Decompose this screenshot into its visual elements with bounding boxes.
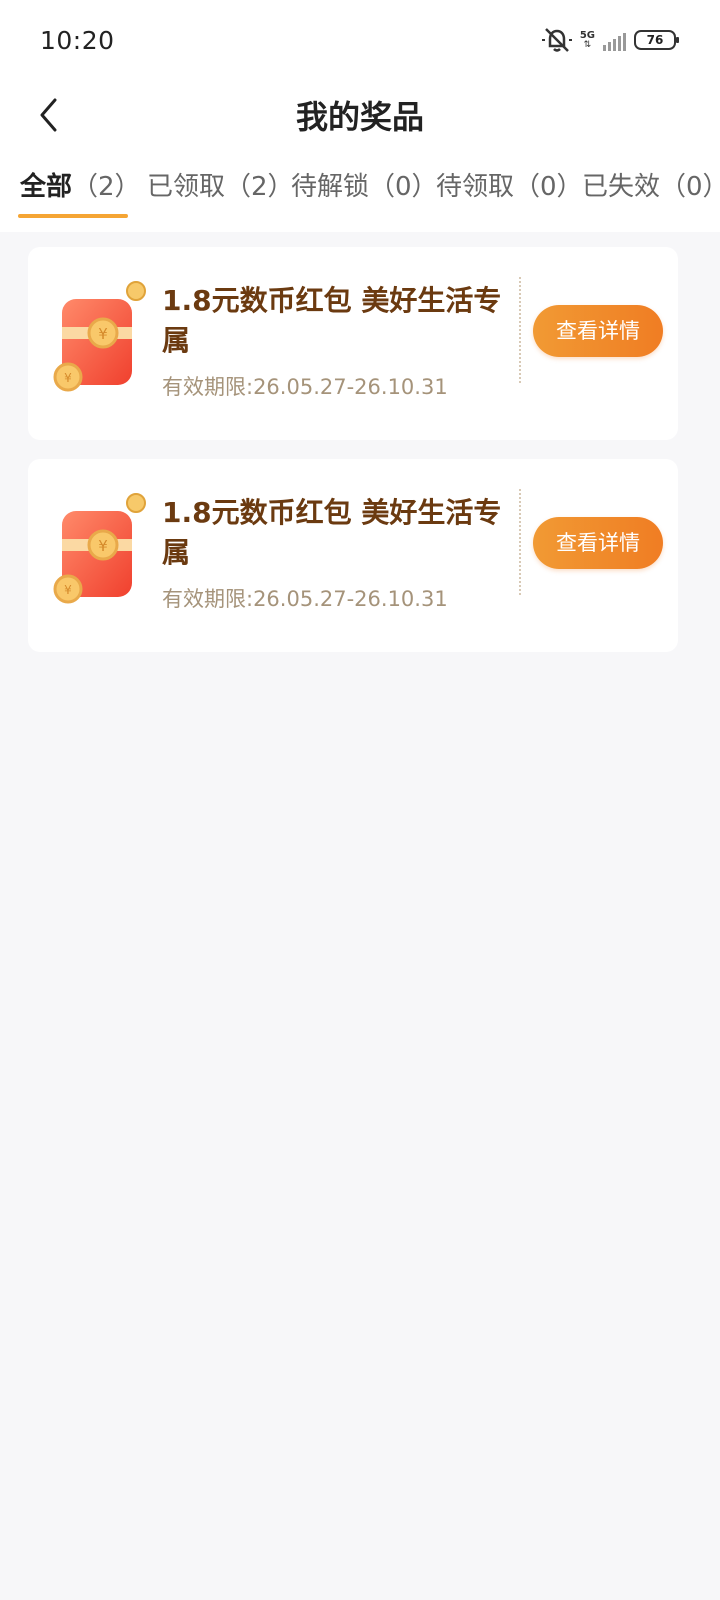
tab-count: （0）	[660, 172, 720, 202]
card-divider	[519, 489, 521, 595]
prize-card: ¥ ¥ 1.8元数币红包 美好生活专属 有效期限:26.05.27-26.10.…	[28, 459, 678, 652]
tab-bar: 全部（2） 已领取（2） 待解锁（0） 待领取（0） 已失效（0）	[0, 160, 720, 220]
svg-text:¥: ¥	[64, 371, 72, 385]
prize-validity: 有效期限:26.05.27-26.10.31	[162, 587, 448, 611]
tab-label: 已领取	[147, 172, 226, 202]
active-tab-indicator	[18, 214, 128, 218]
view-details-button[interactable]: 查看详情	[533, 305, 663, 357]
svg-text:¥: ¥	[98, 325, 108, 343]
status-icons: 5G ⇅ 76	[541, 26, 679, 54]
card-divider	[519, 277, 521, 383]
tab-label: 待领取	[436, 172, 515, 202]
tab-to-claim[interactable]: 待领取（0）	[436, 166, 583, 203]
svg-text:¥: ¥	[98, 537, 108, 555]
top-area: 10:20 5G ⇅ 76 我的奖品 全部（2） 已领取（2） 待解锁（0） 待…	[0, 0, 720, 232]
tab-label: 全部	[20, 172, 73, 202]
data-arrows-icon: ⇅	[583, 39, 592, 50]
battery-level: 76	[646, 33, 664, 47]
tab-all[interactable]: 全部（2）	[20, 166, 141, 203]
page-title: 我的奖品	[295, 98, 424, 136]
prize-validity: 有效期限:26.05.27-26.10.31	[162, 375, 448, 399]
tab-received[interactable]: 已领取（2）	[147, 166, 294, 203]
tab-count: （2）	[225, 172, 294, 202]
mute-icon	[541, 28, 572, 52]
nav-bar: 我的奖品	[0, 84, 720, 148]
prize-title: 1.8元数币红包 美好生活专属	[162, 496, 502, 569]
status-time: 10:20	[40, 26, 115, 55]
view-details-button[interactable]: 查看详情	[533, 517, 663, 569]
tab-label: 已失效	[582, 172, 661, 202]
tab-expired[interactable]: 已失效（0）	[582, 166, 720, 203]
tab-label: 待解锁	[291, 172, 370, 202]
tab-count: （2）	[72, 172, 141, 202]
red-envelope-icon: ¥ ¥	[53, 493, 146, 604]
prize-title: 1.8元数币红包 美好生活专属	[162, 284, 502, 357]
network-indicator: 5G ⇅	[579, 29, 595, 50]
battery-icon: 76	[634, 30, 679, 50]
svg-text:¥: ¥	[64, 583, 72, 597]
status-bar: 10:20 5G ⇅ 76	[0, 0, 720, 84]
tab-count: （0）	[369, 172, 438, 202]
network-label: 5G	[579, 29, 595, 41]
prize-list: ¥ ¥ 1.8元数币红包 美好生活专属 有效期限:26.05.27-26.10.…	[28, 247, 678, 671]
red-envelope-icon: ¥ ¥	[53, 281, 146, 392]
tab-to-unlock[interactable]: 待解锁（0）	[291, 166, 438, 203]
signal-icon	[603, 29, 626, 51]
prize-card: ¥ ¥ 1.8元数币红包 美好生活专属 有效期限:26.05.27-26.10.…	[28, 247, 678, 440]
tab-count: （0）	[514, 172, 583, 202]
